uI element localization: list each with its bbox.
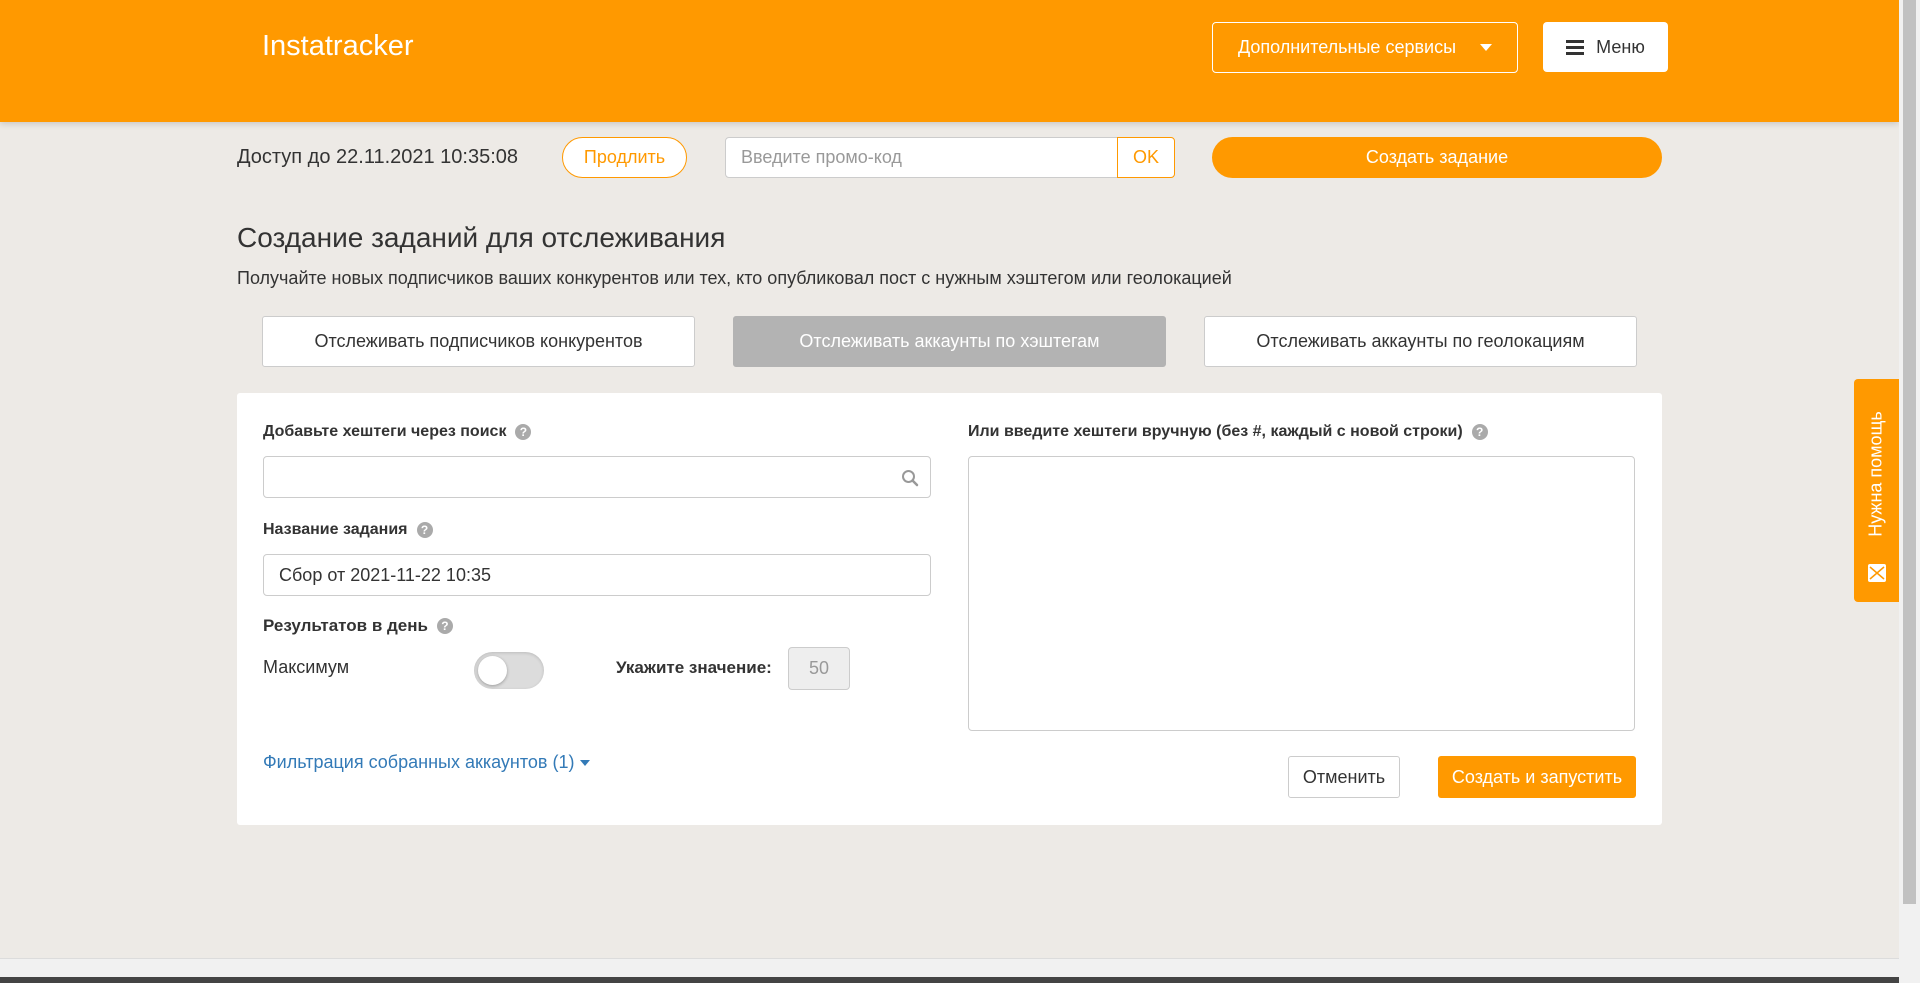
need-help-widget[interactable]: Нужна помощь	[1854, 379, 1899, 602]
need-help-label: Нужна помощь	[1865, 411, 1886, 537]
menu-button[interactable]: Меню	[1543, 22, 1668, 72]
filter-accounts-link[interactable]: Фильтрация собранных аккаунтов (1)	[263, 752, 591, 773]
additional-services-label: Дополнительные сервисы	[1237, 37, 1457, 57]
filter-accounts-link-text: Фильтрация собранных аккаунтов (1)	[263, 752, 575, 772]
access-until-text: Доступ до 22.11.2021 10:35:08	[237, 146, 519, 168]
menu-label: Меню	[1596, 36, 1645, 57]
help-icon[interactable]: ?	[515, 424, 532, 440]
maximum-label: Максимум	[263, 657, 350, 677]
help-icon[interactable]: ?	[436, 618, 453, 634]
caret-down-icon	[580, 759, 591, 766]
hashtag-search-input[interactable]	[263, 456, 931, 498]
hamburger-icon	[1566, 39, 1585, 55]
vertical-scrollbar[interactable]	[1899, 0, 1920, 983]
results-value-input: 50	[788, 647, 850, 690]
create-and-start-button[interactable]: Создать и запустить	[1438, 756, 1636, 798]
prolong-button[interactable]: Продлить	[562, 137, 687, 178]
manual-hashtags-label-text: Или введите хештеги вручную (без #, кажд…	[968, 423, 1463, 440]
page-subtitle: Получайте новых подписчиков ваших конкур…	[237, 268, 1232, 288]
cancel-button[interactable]: Отменить	[1288, 756, 1400, 798]
horizontal-scroll-thumb[interactable]	[0, 977, 1899, 983]
hashtag-search-label: Добавьте хештеги через поиск ?	[263, 423, 532, 441]
hashtag-search-label-text: Добавьте хештеги через поиск	[263, 423, 507, 440]
task-name-value: Сбор от 2021-11-22 10:35	[279, 564, 491, 585]
search-icon[interactable]	[901, 469, 919, 487]
promo-code-input[interactable]	[725, 137, 1118, 178]
results-per-day-label-text: Результатов в день	[263, 616, 428, 635]
help-icon[interactable]: ?	[1471, 424, 1488, 440]
help-icon[interactable]: ?	[416, 522, 433, 538]
specify-value-label: Укажите значение:	[616, 658, 772, 677]
toggle-knob	[478, 656, 507, 685]
top-header: Instatracker Дополнительные сервисы Меню	[0, 0, 1899, 122]
brand-logo[interactable]: Instatracker	[262, 30, 414, 63]
results-per-day-label: Результатов в день ?	[263, 616, 453, 636]
task-name-label: Название задания ?	[263, 521, 433, 539]
horizontal-scrollbar[interactable]	[0, 958, 1899, 983]
envelope-icon	[1868, 564, 1886, 582]
tab-competitor-followers[interactable]: Отслеживать подписчиков конкурентов	[262, 316, 695, 367]
manual-hashtags-textarea[interactable]	[968, 456, 1635, 731]
promo-ok-button[interactable]: OK	[1117, 137, 1175, 178]
vertical-scroll-thumb[interactable]	[1903, 0, 1916, 904]
task-form-card: Добавьте хештеги через поиск ? Название …	[237, 393, 1662, 825]
task-name-label-text: Название задания	[263, 521, 408, 538]
create-task-button[interactable]: Создать задание	[1212, 137, 1662, 178]
additional-services-button[interactable]: Дополнительные сервисы	[1212, 22, 1518, 73]
manual-hashtags-label: Или введите хештеги вручную (без #, кажд…	[968, 423, 1488, 441]
page-title: Создание заданий для отслеживания	[237, 222, 726, 253]
task-name-input[interactable]: Сбор от 2021-11-22 10:35	[263, 554, 931, 596]
maximum-toggle[interactable]	[474, 652, 544, 689]
tab-geolocations[interactable]: Отслеживать аккаунты по геолокациям	[1204, 316, 1637, 367]
tab-hashtags[interactable]: Отслеживать аккаунты по хэштегам	[733, 316, 1166, 367]
caret-down-icon	[1480, 44, 1493, 51]
